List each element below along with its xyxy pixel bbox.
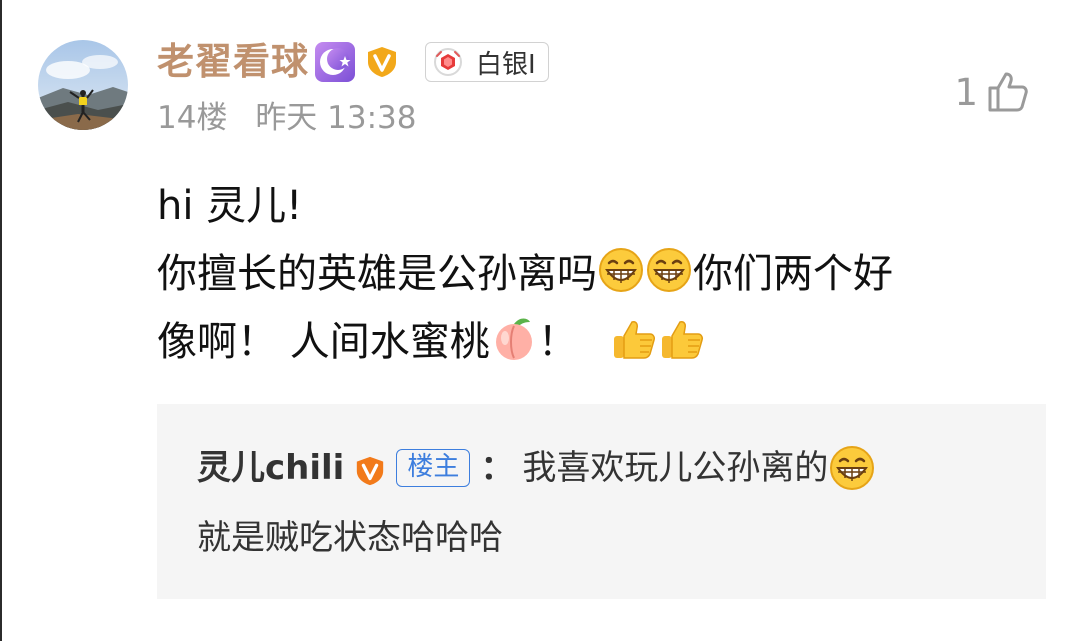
username[interactable]: 老翟看球 xyxy=(157,38,309,86)
peach-emoji xyxy=(490,314,538,362)
grin-emoji xyxy=(597,246,645,294)
floor-number: 14楼 xyxy=(157,100,228,136)
comment-header: 老翟看球 白银I xyxy=(157,38,549,86)
host-tag: 楼主 xyxy=(396,449,471,487)
comment-meta: 14楼 昨天 13:38 xyxy=(157,97,417,139)
reply-box[interactable]: 灵儿chili 楼主 ： 我喜欢玩儿公孙离的 就是贼吃状态哈哈哈 xyxy=(157,404,1046,599)
content-line: 你擅长的英雄是公孙离吗 你们两个好 xyxy=(157,240,1052,308)
v-shield-icon xyxy=(365,45,399,79)
like-button[interactable]: 1 xyxy=(954,68,1032,116)
content-text: 像啊！ 人间水蜜桃 xyxy=(157,319,490,365)
crescent-star-icon xyxy=(313,40,357,84)
v-shield-icon xyxy=(354,452,386,486)
reply-colon: ： xyxy=(480,448,515,488)
reply-second-line: 就是贼吃状态哈哈哈 xyxy=(197,518,503,558)
grin-emoji xyxy=(828,444,876,492)
content-text: 你们两个好 xyxy=(693,251,893,297)
level-text: 白银I xyxy=(476,49,536,80)
avatar[interactable] xyxy=(38,40,128,130)
comment-content: hi 灵儿! 你擅长的英雄是公孙离吗 你们两个好 像啊！ 人间水蜜桃 ！ xyxy=(157,172,1052,376)
content-text: ！ xyxy=(537,319,578,365)
content-text: 你擅长的英雄是公孙离吗 xyxy=(157,251,597,297)
grin-emoji xyxy=(645,246,693,294)
reply-username[interactable]: 灵儿chili xyxy=(197,444,344,492)
thumbs-up-emoji xyxy=(610,314,658,362)
like-count: 1 xyxy=(954,70,978,114)
reply-first-line: 灵儿chili 楼主 ： 我喜欢玩儿公孙离的 xyxy=(197,444,876,492)
thumbs-up-emoji xyxy=(658,314,706,362)
content-line: hi 灵儿! xyxy=(157,183,303,229)
timestamp: 昨天 13:38 xyxy=(255,100,417,136)
left-edge-line xyxy=(0,0,2,641)
reply-text: 我喜欢玩儿公孙离的 xyxy=(522,448,829,488)
level-badge[interactable]: 白银I xyxy=(425,42,549,82)
thumbs-up-outline-icon xyxy=(984,68,1032,116)
content-line: 像啊！ 人间水蜜桃 ！ xyxy=(157,308,1052,376)
silver-medal-icon xyxy=(432,46,464,78)
